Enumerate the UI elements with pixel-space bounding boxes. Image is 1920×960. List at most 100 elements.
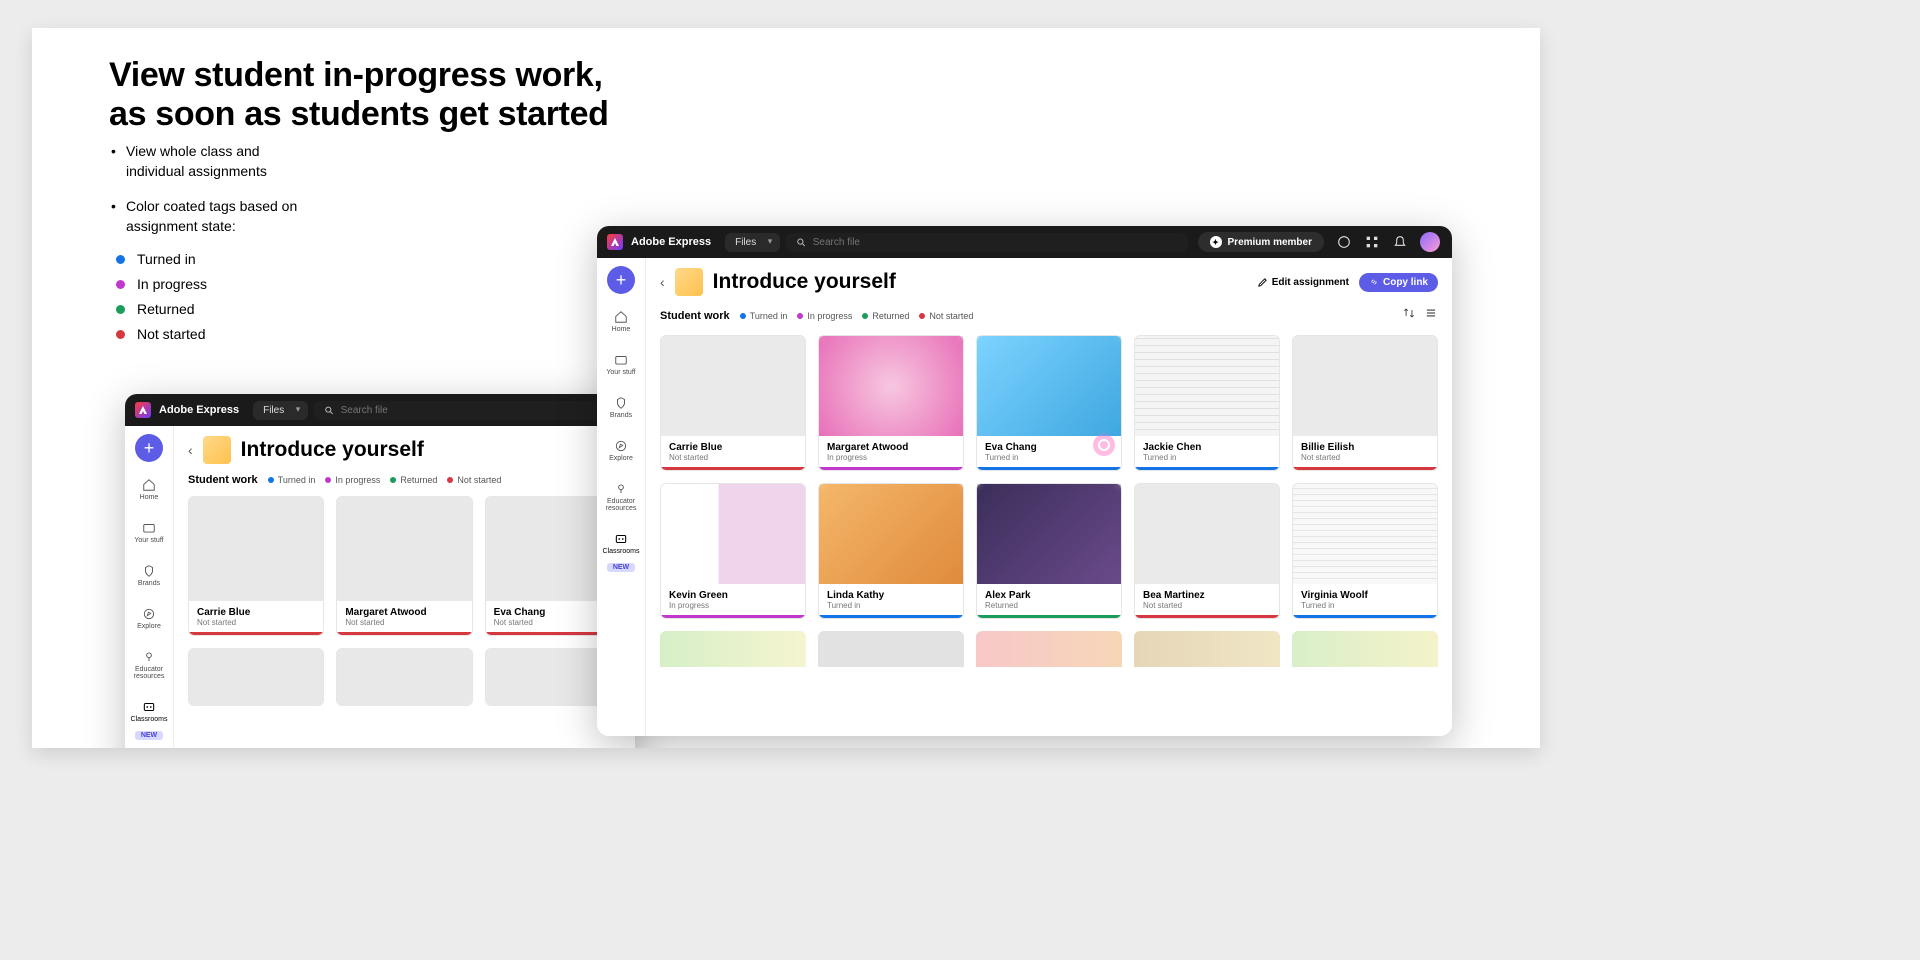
nav-brands[interactable]: Brands (127, 560, 171, 591)
student-card[interactable]: Kevin GreenIn progress (660, 483, 806, 619)
student-name: Linda Kathy (827, 590, 955, 601)
compass-icon[interactable] (1336, 234, 1352, 250)
student-name: Carrie Blue (669, 442, 797, 453)
card-row-peek (188, 648, 621, 706)
student-name: Margaret Atwood (345, 607, 463, 618)
nav-educator[interactable]: Educator resources (599, 478, 643, 516)
status-filter-legend: Turned in In progress Returned Not start… (268, 475, 502, 485)
nav-classrooms[interactable]: Classrooms (599, 528, 643, 559)
student-status: In progress (827, 453, 955, 462)
main-area: ‹ Introduce yourself Student work Turned… (174, 426, 635, 748)
list-view-icon[interactable] (1424, 306, 1438, 325)
topbar: Adobe Express Files (125, 394, 635, 426)
premium-badge[interactable]: ✦Premium member (1198, 232, 1324, 252)
student-name: Kevin Green (669, 590, 797, 601)
create-fab[interactable]: + (607, 266, 635, 294)
app-window-before: Adobe Express Files + Home Your stuff Br… (125, 394, 635, 748)
student-status: Not started (669, 453, 797, 462)
search-box[interactable] (314, 401, 625, 420)
main-area: ‹ Introduce yourself Edit assignment Cop… (646, 258, 1452, 736)
files-dropdown[interactable]: Files (725, 233, 780, 252)
student-card[interactable]: Linda KathyTurned in (818, 483, 964, 619)
student-card[interactable] (976, 631, 1122, 667)
back-arrow-icon[interactable]: ‹ (188, 442, 193, 458)
student-card[interactable] (660, 631, 806, 667)
nav-your-stuff[interactable]: Your stuff (127, 517, 171, 548)
search-icon (796, 237, 807, 248)
student-work-label: Student work (660, 310, 730, 322)
edit-assignment-link[interactable]: Edit assignment (1257, 277, 1349, 288)
nav-explore[interactable]: Explore (599, 435, 643, 466)
new-badge: NEW (135, 731, 163, 740)
student-card[interactable]: Jackie ChenTurned in (1134, 335, 1280, 471)
search-input[interactable] (341, 405, 615, 416)
student-status: Not started (197, 618, 315, 627)
search-input[interactable] (813, 237, 1178, 248)
student-card[interactable] (336, 648, 472, 706)
student-card[interactable]: Margaret AtwoodNot started (336, 496, 472, 636)
dot-not-started (116, 330, 125, 339)
search-box[interactable] (786, 233, 1187, 252)
nav-explore[interactable]: Explore (127, 603, 171, 634)
tap-indicator-icon (1093, 434, 1115, 456)
bell-icon[interactable] (1392, 234, 1408, 250)
nav-home[interactable]: Home (127, 474, 171, 505)
pencil-icon (1257, 277, 1268, 288)
card-row-peek (660, 631, 1438, 667)
student-status: Turned in (827, 601, 955, 610)
student-status: Turned in (1143, 453, 1271, 462)
side-nav: + Home Your stuff Brands Explore Educato… (125, 426, 174, 748)
student-status: Turned in (985, 453, 1113, 462)
assignment-title: Introduce yourself (241, 438, 621, 462)
apps-grid-icon[interactable] (1364, 234, 1380, 250)
files-dropdown[interactable]: Files (253, 401, 308, 420)
nav-home[interactable]: Home (599, 306, 643, 337)
student-name: Billie Eilish (1301, 442, 1429, 453)
student-name: Bea Martinez (1143, 590, 1271, 601)
nav-classrooms[interactable]: Classrooms (127, 696, 171, 727)
student-status: Not started (345, 618, 463, 627)
student-card[interactable]: Billie EilishNot started (1292, 335, 1438, 471)
status-legend: Turned in In progress Returned Not start… (116, 251, 207, 351)
student-name: Alex Park (985, 590, 1113, 601)
student-status: Not started (1301, 453, 1429, 462)
nav-educator[interactable]: Educator resources (127, 646, 171, 684)
student-status: Not started (494, 618, 612, 627)
student-work-label: Student work (188, 474, 258, 486)
student-card[interactable] (188, 648, 324, 706)
dot-in-progress (116, 280, 125, 289)
student-status: Turned in (1301, 601, 1429, 610)
adobe-logo-icon (607, 234, 623, 250)
create-fab[interactable]: + (135, 434, 163, 462)
nav-brands[interactable]: Brands (599, 392, 643, 423)
topbar: Adobe Express Files ✦Premium member (597, 226, 1452, 258)
student-status: In progress (669, 601, 797, 610)
assignment-title: Introduce yourself (713, 270, 1247, 294)
student-card[interactable] (1292, 631, 1438, 667)
student-card[interactable]: Bea MartinezNot started (1134, 483, 1280, 619)
student-card[interactable]: Eva ChangTurned in (976, 335, 1122, 471)
student-card[interactable] (1134, 631, 1280, 667)
student-card[interactable]: Alex ParkReturned (976, 483, 1122, 619)
student-name: Virginia Woolf (1301, 590, 1429, 601)
dot-turned-in (116, 255, 125, 264)
copy-link-button[interactable]: Copy link (1359, 273, 1438, 292)
student-card[interactable]: Margaret AtwoodIn progress (818, 335, 964, 471)
dot-returned (116, 305, 125, 314)
new-badge: NEW (607, 563, 635, 572)
nav-your-stuff[interactable]: Your stuff (599, 349, 643, 380)
student-card[interactable]: Virginia WoolfTurned in (1292, 483, 1438, 619)
slide-canvas: View student in-progress work, as soon a… (32, 28, 1540, 748)
sort-icon[interactable] (1402, 306, 1416, 325)
side-nav: + Home Your stuff Brands Explore Educato… (597, 258, 646, 736)
student-card[interactable]: Carrie BlueNot started (188, 496, 324, 636)
avatar[interactable] (1420, 232, 1440, 252)
back-arrow-icon[interactable]: ‹ (660, 274, 665, 290)
student-card[interactable] (818, 631, 964, 667)
search-icon (324, 405, 334, 416)
student-card[interactable]: Carrie BlueNot started (660, 335, 806, 471)
student-name: Jackie Chen (1143, 442, 1271, 453)
feature-bullets: View whole class and individual assignme… (111, 142, 311, 252)
link-icon (1369, 277, 1379, 287)
assignment-thumb-icon (675, 268, 703, 296)
